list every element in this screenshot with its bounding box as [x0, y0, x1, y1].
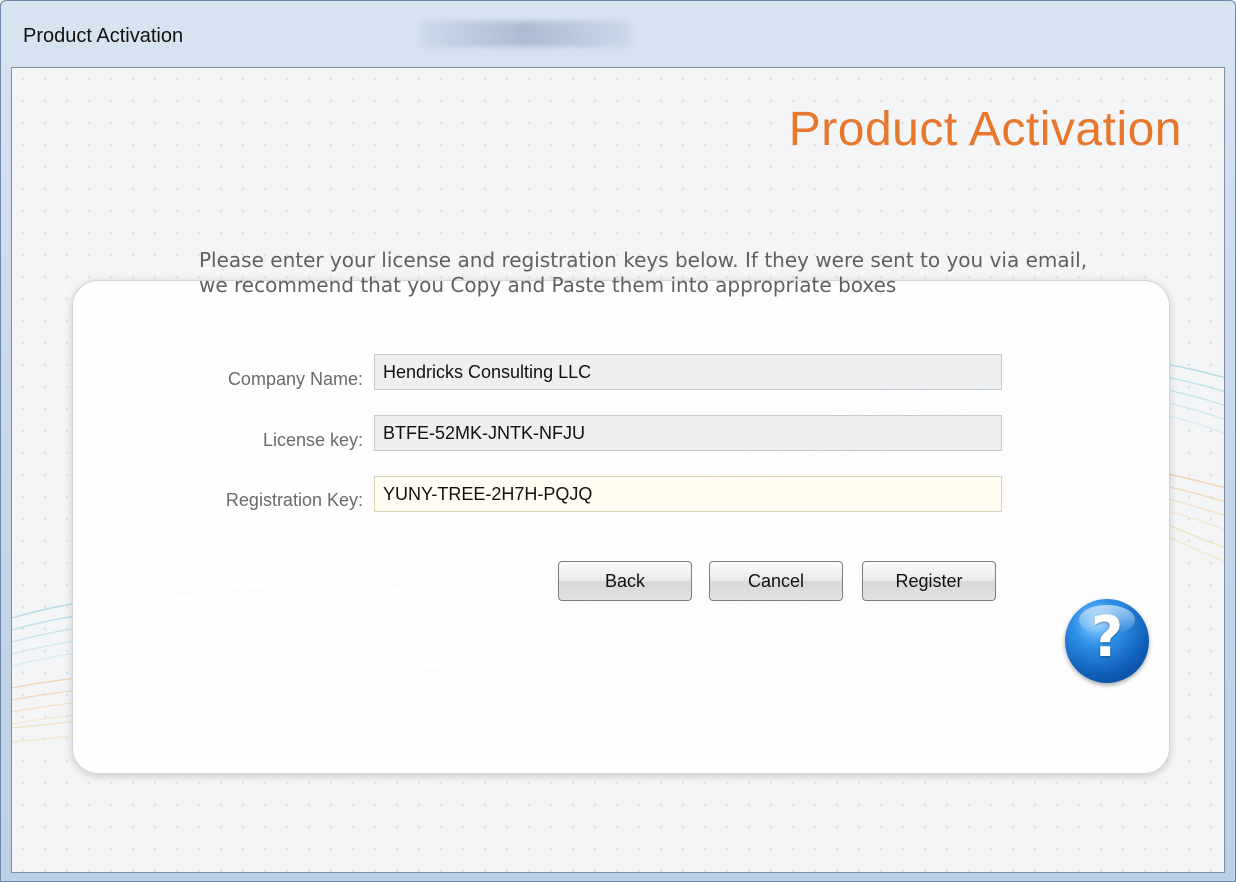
- help-question-mark: ?: [1090, 605, 1124, 670]
- registration-key-label: Registration Key:: [225, 490, 363, 510]
- help-question-icon[interactable]: ?: [1065, 599, 1149, 683]
- company-name-label: Company Name:: [227, 369, 363, 389]
- company-name-field[interactable]: [374, 354, 1002, 390]
- registration-key-field[interactable]: [374, 476, 1002, 512]
- title-bar[interactable]: Product Activation: [1, 1, 1235, 67]
- license-key-field[interactable]: [374, 415, 1002, 451]
- back-button[interactable]: Back: [558, 561, 692, 601]
- register-button[interactable]: Register: [862, 561, 996, 601]
- header-title: Product Activation: [788, 103, 1182, 156]
- dialog-content: Product Activation: [11, 67, 1225, 873]
- window-title: Product Activation: [23, 25, 184, 47]
- instructions-text: Please enter your license and registrati…: [199, 248, 1088, 297]
- license-key-label: License key:: [262, 430, 363, 450]
- cancel-button[interactable]: Cancel: [709, 561, 843, 601]
- blurred-title-region: [421, 21, 631, 47]
- product-activation-window: Product Activation Product Activation Pl…: [0, 0, 1236, 882]
